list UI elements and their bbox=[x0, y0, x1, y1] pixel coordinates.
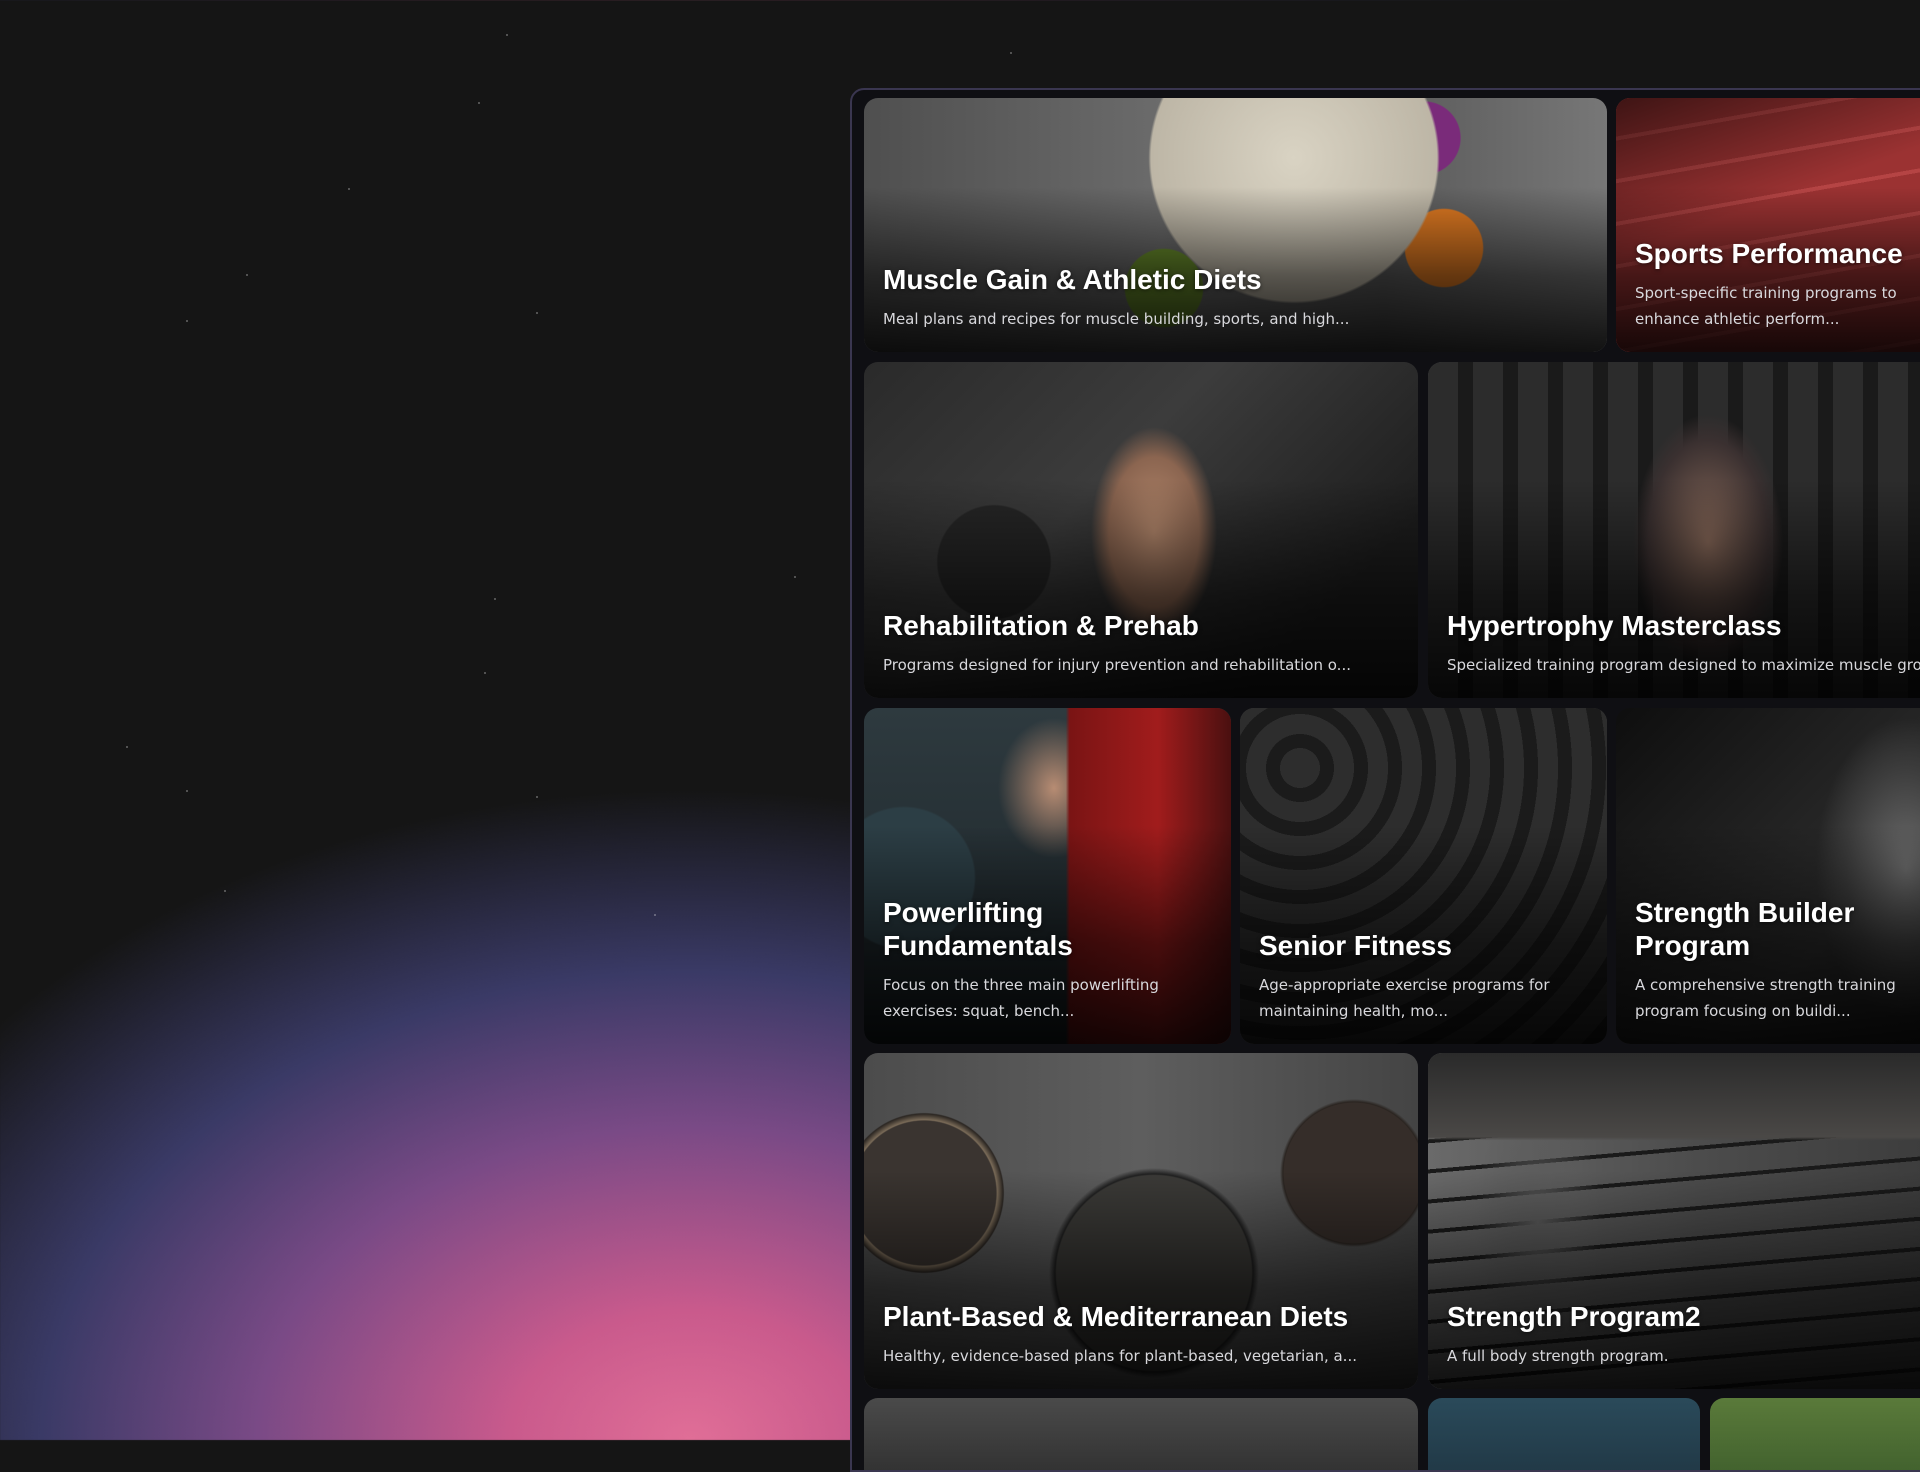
star bbox=[506, 34, 508, 36]
card-title: Plant-Based & Mediterranean Diets bbox=[883, 1301, 1349, 1332]
star bbox=[246, 274, 248, 276]
star bbox=[224, 890, 226, 892]
card-description: Programs designed for injury prevention … bbox=[883, 656, 1351, 674]
card-description: Focus on the three main powerlifting exe… bbox=[883, 976, 1159, 1020]
card-description: Specialized training program designed to… bbox=[1447, 656, 1920, 674]
card-description: Age-appropriate exercise programs for ma… bbox=[1259, 976, 1550, 1020]
card-image bbox=[1710, 1398, 1920, 1470]
program-card[interactable]: Powerlifting Fundamentals Focus on the t… bbox=[864, 708, 1231, 1044]
program-card[interactable]: Strength Program2 A full body strength p… bbox=[1428, 1053, 1920, 1389]
card-description: A comprehensive strength training progra… bbox=[1635, 976, 1896, 1020]
card-title: Powerlifting Fundamentals bbox=[883, 897, 1073, 961]
star bbox=[478, 102, 480, 104]
program-card[interactable]: Hypertrophy Masterclass Specialized trai… bbox=[1428, 362, 1920, 698]
card-title: Senior Fitness bbox=[1259, 930, 1452, 961]
star bbox=[536, 796, 538, 798]
card-title: Hypertrophy Masterclass bbox=[1447, 610, 1782, 641]
card-title: Strength Builder Program bbox=[1635, 897, 1855, 961]
program-card[interactable]: Sports Performance Sport-specific traini… bbox=[1616, 98, 1920, 352]
app-window: Muscle Gain & Athletic Diets Meal plans … bbox=[850, 88, 1920, 1472]
program-grid: Muscle Gain & Athletic Diets Meal plans … bbox=[864, 98, 1920, 1470]
card-image bbox=[1428, 1398, 1700, 1470]
card-description: Healthy, evidence-based plans for plant-… bbox=[883, 1347, 1357, 1365]
card-title: Sports Performance bbox=[1635, 238, 1903, 269]
program-card[interactable] bbox=[1710, 1398, 1920, 1470]
star bbox=[1010, 52, 1012, 54]
star bbox=[494, 598, 496, 600]
program-card[interactable] bbox=[1428, 1398, 1700, 1470]
star bbox=[484, 672, 486, 674]
card-image bbox=[864, 1398, 1418, 1470]
star bbox=[186, 320, 188, 322]
program-card[interactable]: Rehabilitation & Prehab Programs designe… bbox=[864, 362, 1418, 698]
star bbox=[126, 746, 128, 748]
card-title: Strength Program2 bbox=[1447, 1301, 1701, 1332]
program-card[interactable]: Plant-Based & Mediterranean Diets Health… bbox=[864, 1053, 1418, 1389]
card-description: A full body strength program. bbox=[1447, 1347, 1669, 1365]
program-card[interactable] bbox=[864, 1398, 1418, 1470]
card-title: Muscle Gain & Athletic Diets bbox=[883, 264, 1262, 295]
star bbox=[186, 790, 188, 792]
program-card[interactable]: Muscle Gain & Athletic Diets Meal plans … bbox=[864, 98, 1607, 352]
star bbox=[536, 312, 538, 314]
star bbox=[794, 576, 796, 578]
star bbox=[654, 914, 656, 916]
program-card[interactable]: Strength Builder Program A comprehensive… bbox=[1616, 708, 1920, 1044]
card-title: Rehabilitation & Prehab bbox=[883, 610, 1199, 641]
star bbox=[348, 188, 350, 190]
card-description: Sport-specific training programs to enha… bbox=[1635, 284, 1897, 328]
program-card[interactable]: Senior Fitness Age-appropriate exercise … bbox=[1240, 708, 1607, 1044]
card-description: Meal plans and recipes for muscle buildi… bbox=[883, 310, 1350, 328]
